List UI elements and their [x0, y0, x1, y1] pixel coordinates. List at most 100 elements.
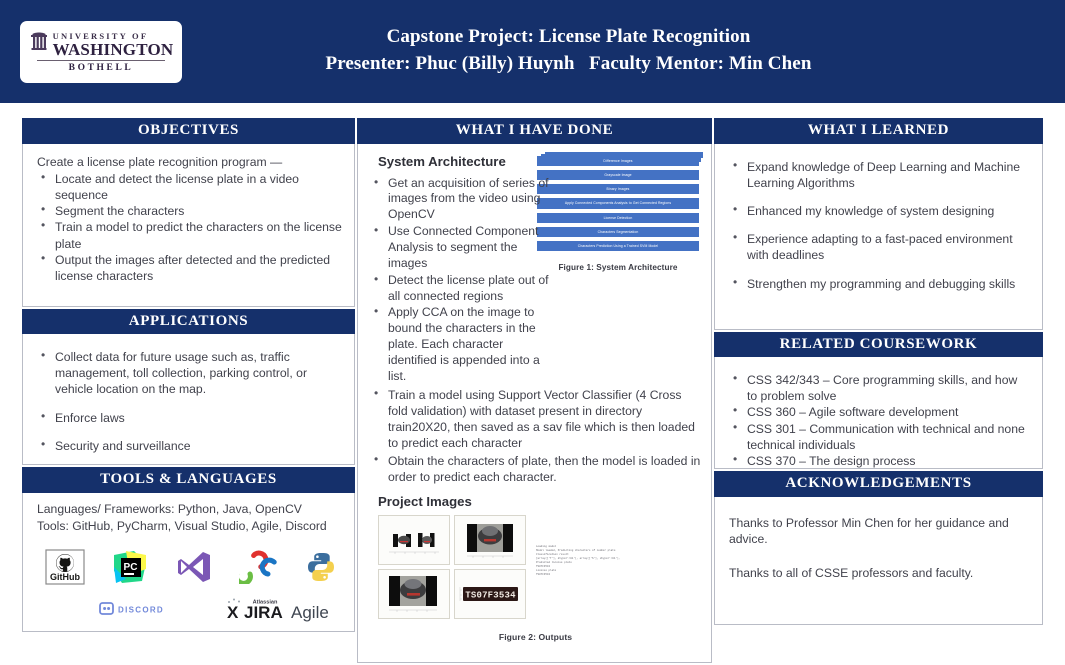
- coursework-heading: RELATED COURSEWORK: [714, 331, 1043, 357]
- tools-body: Languages/ Frameworks: Python, Java, Ope…: [22, 492, 355, 632]
- list-item: Train a model using Support Vector Class…: [374, 386, 701, 452]
- applications-heading: APPLICATIONS: [22, 308, 355, 334]
- objectives-lead: Create a license plate recognition progr…: [37, 154, 283, 169]
- objectives-list: Locate and detect the license plate in a…: [37, 170, 342, 285]
- poster-header: UNIVERSITY OF WASHINGTON BOTHELL Capston…: [0, 0, 1065, 103]
- acknowledgements-heading: ACKNOWLEDGEMENTS: [714, 471, 1043, 497]
- section-applications: APPLICATIONS Collect data for future usa…: [22, 308, 355, 465]
- plate-text: TS07F3534: [465, 590, 516, 600]
- list-item: Expand knowledge of Deep Learning and Ma…: [733, 157, 1030, 191]
- flow-box: Difference Images: [537, 155, 699, 166]
- done-wide-text: Train a model using Support Vector Class…: [370, 386, 701, 485]
- poster-canvas: UNIVERSITY OF WASHINGTON BOTHELL Capston…: [0, 0, 1065, 664]
- list-item: Output the images after detected and the…: [41, 251, 342, 284]
- left-column: OBJECTIVES Create a license plate recogn…: [22, 118, 355, 634]
- list-item: CSS 370 – The design process: [733, 452, 1030, 469]
- learned-body: Expand knowledge of Deep Learning and Ma…: [714, 143, 1043, 330]
- console-output: Loading model Model loaded, Predicting c…: [536, 544, 621, 577]
- tools-languages-line: Languages/ Frameworks: Python, Java, Ope…: [37, 501, 302, 516]
- list-item: Use Connected Component Analysis to segm…: [374, 223, 552, 272]
- list-item: Security and surveillance: [41, 437, 342, 454]
- discord-label: DISCORD: [118, 606, 164, 615]
- agile-label: Agile: [291, 603, 329, 622]
- logo-washington-text: WASHINGTON: [52, 39, 174, 59]
- jira-agile-icon: X Atlassian JIRA Agile: [225, 596, 345, 627]
- logo-wordmark: UNIVERSITY OF WASHINGTON: [53, 32, 174, 58]
- poster-body: OBJECTIVES Create a license plate recogn…: [22, 118, 1043, 665]
- list-item: Obtain the characters of plate, then the…: [374, 452, 701, 485]
- list-item: Collect data for future usage such as, t…: [41, 348, 342, 398]
- tools-heading: TOOLS & LANGUAGES: [22, 467, 355, 493]
- section-related-coursework: RELATED COURSEWORK CSS 342/343 – Core pr…: [714, 331, 1043, 469]
- done-narrow-text: Get an acquisition of series of images f…: [370, 175, 552, 385]
- done-narrow-list: Get an acquisition of series of images f…: [370, 175, 552, 385]
- section-what-i-learned: WHAT I LEARNED Expand knowledge of Deep …: [714, 118, 1043, 330]
- list-item: Experience adapting to a fast-paced envi…: [733, 230, 1030, 263]
- list-item: CSS 360 – Agile software development: [733, 403, 1030, 420]
- learned-heading: WHAT I LEARNED: [714, 118, 1043, 144]
- coursework-body: CSS 342/343 – Core programming skills, a…: [714, 357, 1043, 469]
- poster-title: Capstone Project: License Plate Recognit…: [386, 26, 751, 48]
- section-objectives: OBJECTIVES Create a license plate recogn…: [22, 118, 355, 307]
- project-images-figure: TS07F3534 Loading model Model loaded, Pr…: [370, 514, 701, 619]
- applications-list: Collect data for future usage such as, t…: [37, 348, 342, 454]
- python-icon: [306, 551, 336, 588]
- pycharm-label: PC: [124, 562, 138, 573]
- w-column-icon: [29, 31, 49, 58]
- flow-box: Grayscale Image: [537, 169, 699, 180]
- visual-studio-icon: [176, 550, 212, 589]
- done-heading: WHAT I HAVE DONE: [357, 118, 712, 144]
- logo-divider: [37, 59, 165, 61]
- poster-title-block: Capstone Project: License Plate Recognit…: [182, 24, 1065, 78]
- done-body: Difference Images Grayscale Image Binary…: [357, 143, 712, 663]
- list-item: Locate and detect the license plate in a…: [41, 170, 342, 203]
- list-item: Detect the license plate out of all conn…: [374, 272, 552, 305]
- flow-box: Characters Prediction Using a Trained SV…: [537, 241, 699, 252]
- jira-label: JIRA: [244, 603, 283, 622]
- list-item: CSS 342/343 – Core programming skills, a…: [733, 371, 1030, 404]
- poster-presenter-line: Presenter: Phuc (Billy) Huynh Faculty Me…: [325, 52, 812, 74]
- list-item: Strengthen my programming and debugging …: [733, 275, 1030, 292]
- section-tools-languages: TOOLS & LANGUAGES Languages/ Frameworks:…: [22, 467, 355, 632]
- discord-icon: DISCORD: [99, 601, 173, 622]
- done-wide-list: Train a model using Support Vector Class…: [370, 386, 701, 485]
- flow-box: License Detection: [537, 212, 699, 223]
- acknowledgements-body: Thanks to Professor Min Chen for her gui…: [714, 496, 1043, 625]
- flow-box: Apply Connected Components Analysis to G…: [537, 198, 699, 209]
- coursework-list: CSS 342/343 – Core programming skills, a…: [729, 371, 1030, 469]
- section-what-i-have-done: WHAT I HAVE DONE Difference Images Grays…: [357, 118, 712, 663]
- github-icon: GitHub: [45, 549, 85, 590]
- section-acknowledgements: ACKNOWLEDGEMENTS Thanks to Professor Min…: [714, 471, 1043, 625]
- list-item: Enforce laws: [41, 409, 342, 426]
- list-item: Train a model to predict the characters …: [41, 218, 342, 251]
- list-item: Apply CCA on the image to bound the char…: [374, 304, 552, 384]
- output-image-grid: TS07F3534: [378, 514, 526, 619]
- jira-x-glyph: X: [227, 603, 239, 622]
- github-label: GitHub: [50, 572, 80, 582]
- output-image-license-plate: TS07F3534: [454, 568, 526, 619]
- logo-top-row: UNIVERSITY OF WASHINGTON: [22, 31, 181, 58]
- system-architecture-figure: Difference Images Grayscale Image Binary…: [537, 155, 699, 273]
- tools-tools-line: Tools: GitHub, PyCharm, Visual Studio, A…: [37, 518, 327, 533]
- output-image-car-front-2: [378, 568, 450, 619]
- figure2-caption: Figure 2: Outputs: [498, 631, 573, 642]
- output-image-two-cars: [378, 514, 450, 565]
- flow-box: Binary Images: [537, 184, 699, 195]
- figure1-caption: Figure 1: System Architecture: [558, 263, 678, 273]
- list-item: Segment the characters: [41, 202, 342, 219]
- acknowledgements-paragraph-1: Thanks to Professor Min Chen for her gui…: [729, 515, 1009, 546]
- list-item: CSS 301 – Communication with technical a…: [733, 420, 1030, 453]
- list-item: Enhanced my knowledge of system designin…: [733, 202, 1030, 219]
- project-images-title: Project Images: [378, 493, 472, 509]
- pycharm-icon: PC: [112, 549, 148, 590]
- logo-campus-text: BOTHELL: [68, 62, 134, 73]
- tool-logos-row-1: GitHub PC: [37, 549, 342, 590]
- flow-box: Characters Segmentation: [537, 226, 699, 237]
- acknowledgements-paragraph-2: Thanks to all of CSSE professors and fac…: [729, 565, 974, 580]
- list-item: Get an acquisition of series of images f…: [374, 175, 552, 224]
- learned-list: Expand knowledge of Deep Learning and Ma…: [729, 157, 1030, 292]
- opencv-icon: [233, 550, 279, 589]
- applications-body: Collect data for future usage such as, t…: [22, 334, 355, 465]
- uw-bothell-logo: UNIVERSITY OF WASHINGTON BOTHELL: [20, 20, 182, 83]
- tool-logos-row-2: DISCORD X Atlassian JIRA Agile: [37, 596, 342, 627]
